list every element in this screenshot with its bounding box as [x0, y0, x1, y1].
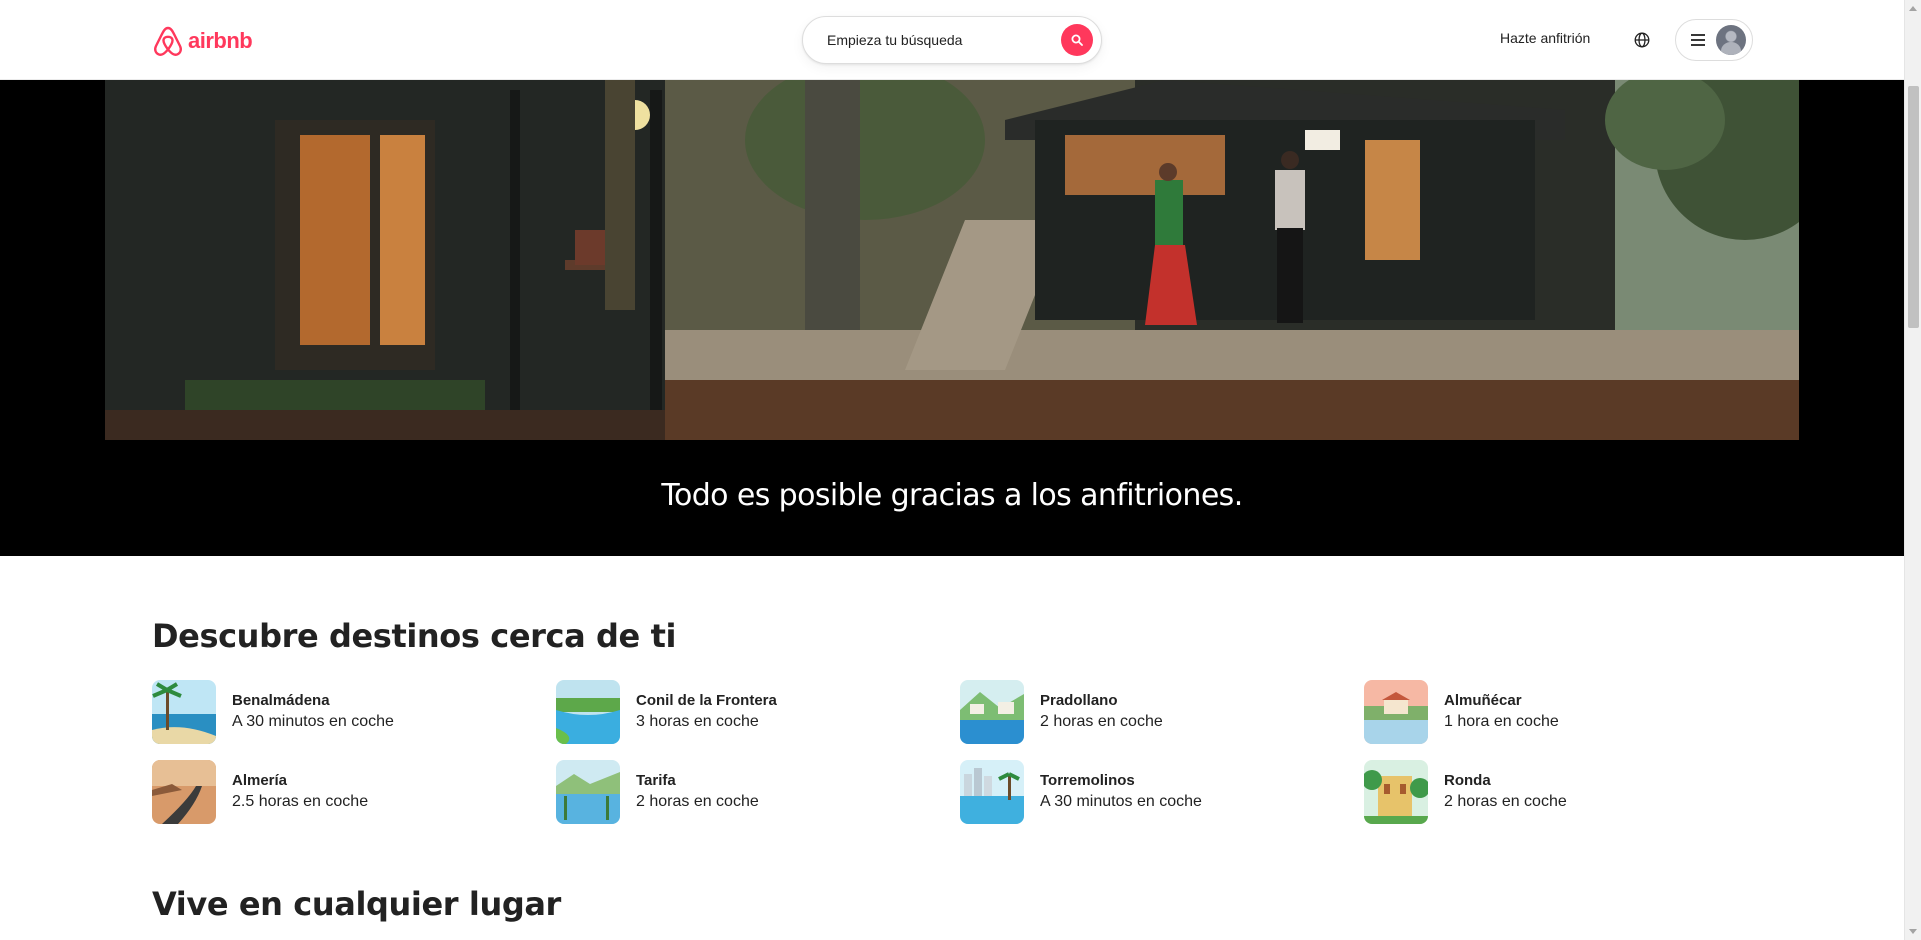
destination-card[interactable]: Benalmádena A 30 minutos en coche	[152, 680, 394, 744]
destination-distance: 2.5 horas en coche	[232, 793, 369, 810]
destination-distance: 3 horas en coche	[636, 713, 759, 730]
user-menu-button[interactable]	[1675, 19, 1753, 61]
hamburger-menu-icon	[1691, 34, 1705, 46]
destination-card[interactable]: Pradollano 2 horas en coche	[960, 680, 1163, 744]
destination-illustration	[152, 760, 216, 824]
destination-card[interactable]: Tarifa 2 horas en coche	[556, 760, 759, 824]
destination-card[interactable]: Almuñécar 1 hora en coche	[1364, 680, 1559, 744]
airbnb-logo-icon	[154, 26, 182, 56]
destination-card[interactable]: Almería 2.5 horas en coche	[152, 760, 368, 824]
destination-illustration	[960, 680, 1024, 744]
nearby-section-title: Descubre destinos cerca de ti	[152, 617, 677, 655]
logo-text: airbnb	[188, 28, 253, 53]
destination-name: Tarifa	[636, 772, 676, 789]
destination-illustration	[960, 760, 1024, 824]
destination-illustration	[152, 680, 216, 744]
destination-card[interactable]: Torremolinos A 30 minutos en coche	[960, 760, 1202, 824]
user-avatar	[1716, 25, 1746, 55]
destination-illustration	[1364, 680, 1428, 744]
search-bar[interactable]: Empieza tu búsqueda	[802, 16, 1102, 64]
destination-thumbnail	[152, 680, 216, 744]
page: airbnb Empieza tu búsqueda Hazte anfitri…	[0, 0, 1904, 940]
destination-distance: 2 horas en coche	[1444, 793, 1567, 810]
destination-illustration	[1364, 760, 1428, 824]
search-placeholder: Empieza tu búsqueda	[827, 32, 963, 48]
globe-icon	[1634, 32, 1650, 48]
hero-cabin-illustration	[105, 80, 1799, 440]
destination-illustration	[556, 760, 620, 824]
destination-card[interactable]: Ronda 2 horas en coche	[1364, 760, 1567, 824]
destination-illustration	[556, 680, 620, 744]
language-button[interactable]	[1631, 29, 1653, 51]
destination-distance: 2 horas en coche	[1040, 713, 1163, 730]
scroll-up-arrow-icon[interactable]	[1909, 6, 1917, 11]
destination-name: Almería	[232, 772, 288, 789]
destination-name: Ronda	[1444, 772, 1491, 789]
destination-thumbnail	[960, 680, 1024, 744]
airbnb-logo[interactable]: airbnb	[152, 24, 253, 58]
live-anywhere-title: Vive en cualquier lugar	[152, 885, 561, 923]
destination-thumbnail	[1364, 680, 1428, 744]
search-icon	[1071, 34, 1083, 46]
become-host-link[interactable]: Hazte anfitrión	[1500, 30, 1590, 46]
scrollbar-thumb[interactable]	[1908, 86, 1919, 328]
destination-thumbnail	[152, 760, 216, 824]
search-button[interactable]	[1061, 24, 1093, 56]
destination-name: Almuñécar	[1444, 692, 1522, 709]
hero-image	[105, 80, 1799, 440]
destination-thumbnail	[1364, 760, 1428, 824]
destination-distance: A 30 minutos en coche	[232, 713, 394, 730]
scroll-down-arrow-icon[interactable]	[1909, 929, 1917, 934]
hero-banner: Todo es posible gracias a los anfitrione…	[0, 80, 1904, 556]
destination-name: Benalmádena	[232, 692, 330, 709]
page-scrollbar[interactable]	[1904, 0, 1921, 940]
destination-distance: 1 hora en coche	[1444, 713, 1559, 730]
hero-caption: Todo es posible gracias a los anfitrione…	[661, 478, 1243, 513]
destination-distance: A 30 minutos en coche	[1040, 793, 1202, 810]
destination-name: Torremolinos	[1040, 772, 1135, 789]
destination-thumbnail	[556, 680, 620, 744]
destination-name: Pradollano	[1040, 692, 1118, 709]
header: airbnb Empieza tu búsqueda Hazte anfitri…	[0, 0, 1904, 80]
destination-thumbnail	[960, 760, 1024, 824]
destination-card[interactable]: Conil de la Frontera 3 horas en coche	[556, 680, 777, 744]
destination-name: Conil de la Frontera	[636, 692, 777, 709]
destination-distance: 2 horas en coche	[636, 793, 759, 810]
destination-thumbnail	[556, 760, 620, 824]
